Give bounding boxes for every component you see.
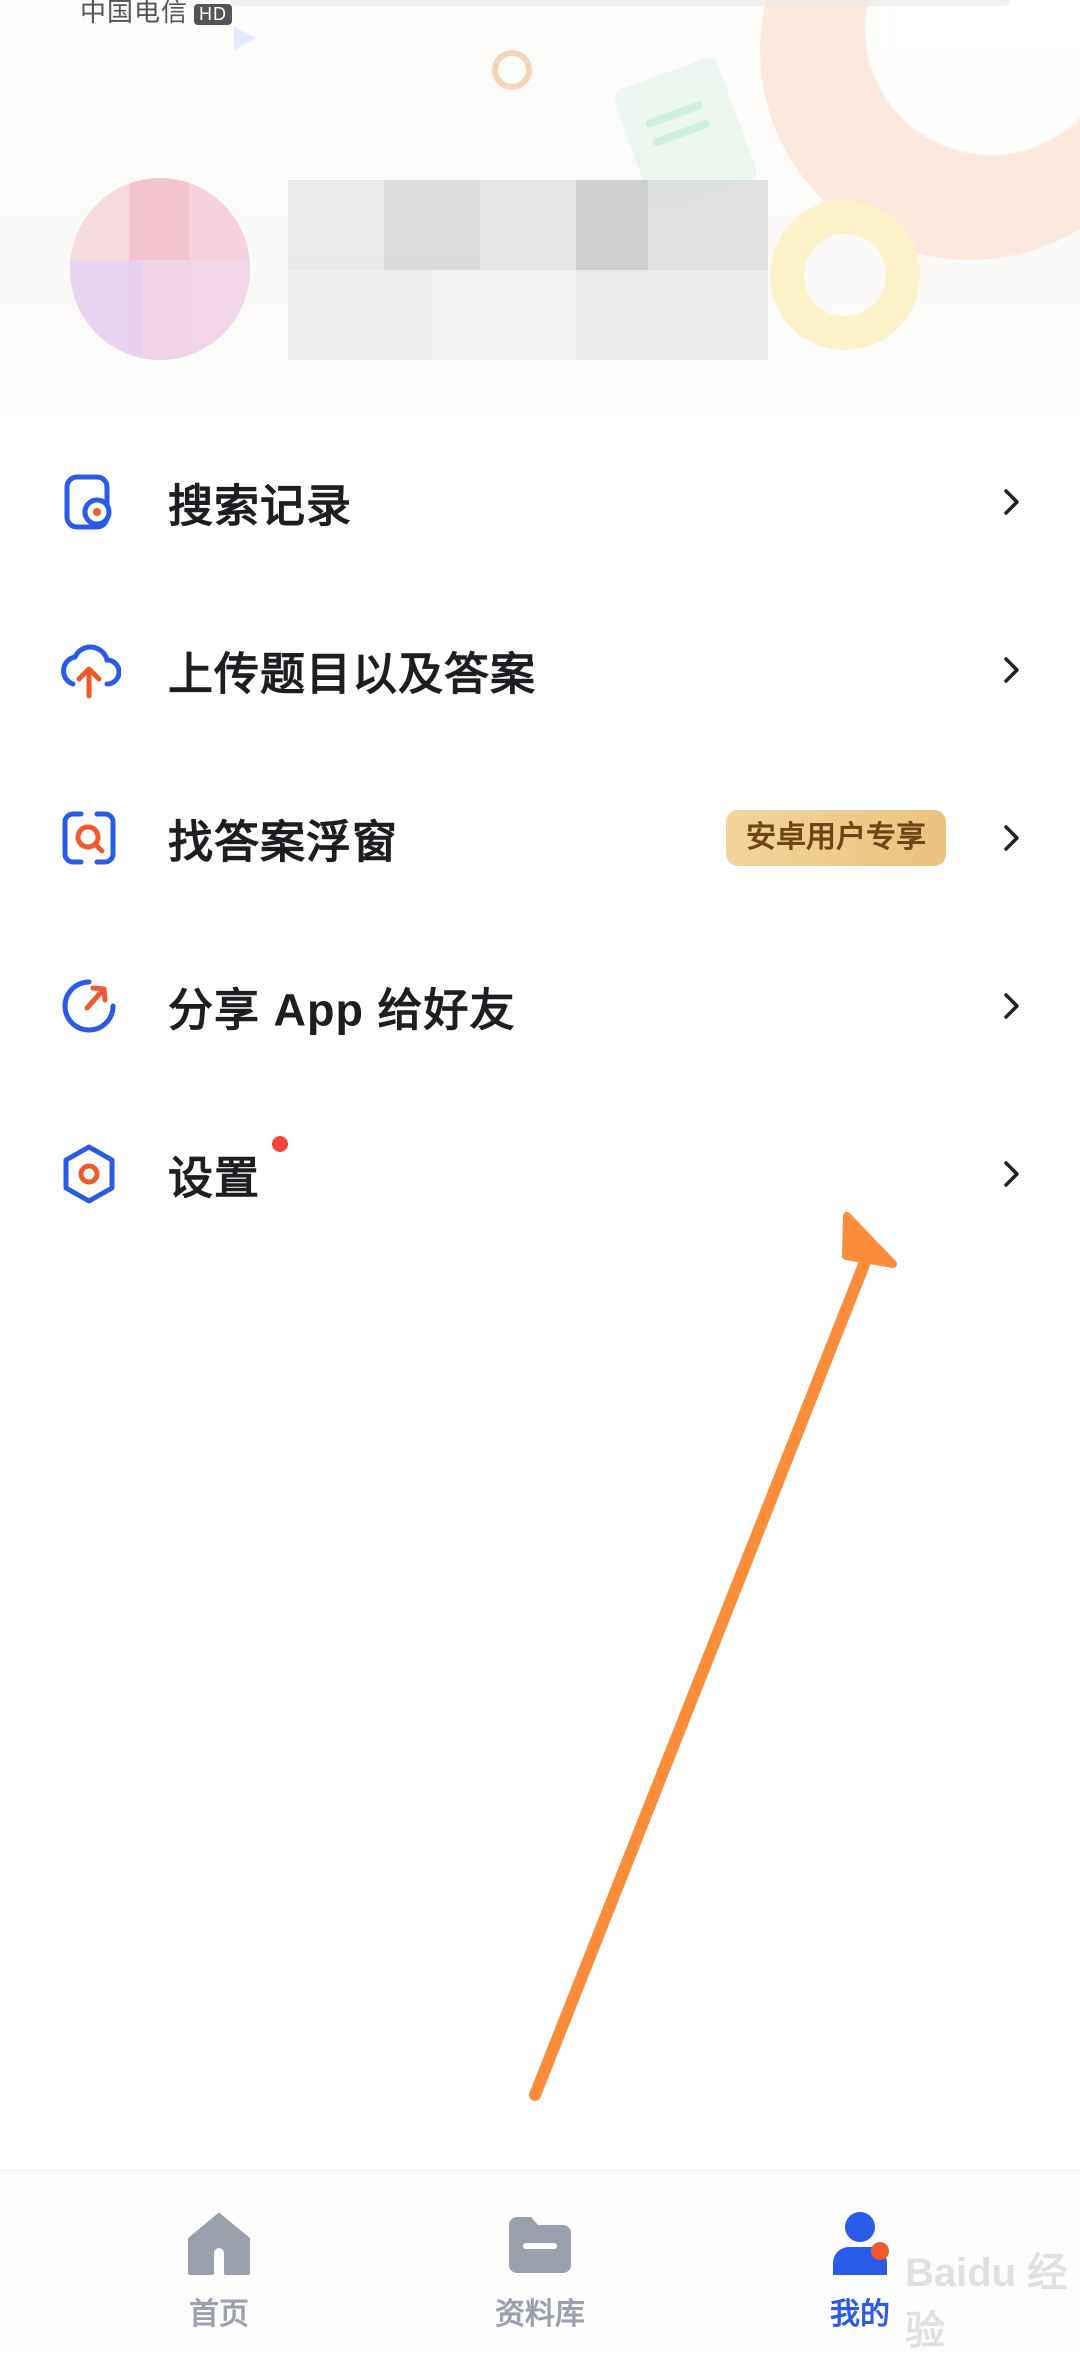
tab-home[interactable]: 首页: [99, 2171, 339, 2351]
menu-item-label: 分享 App 给好友: [168, 984, 516, 1036]
folder-icon: [509, 2217, 571, 2273]
share-icon: [56, 973, 122, 1039]
menu-item-label: 搜索记录: [168, 480, 353, 532]
status-bar: 中国电信 HD: [80, 0, 233, 29]
tab-label: 资料库: [495, 2298, 585, 2331]
profile-header: 中国电信 HD: [0, 0, 1080, 420]
chevron-right-icon: [1004, 993, 1019, 1019]
profile-icon: [833, 2212, 889, 2275]
upload-cloud-icon: [56, 637, 122, 703]
tab-library[interactable]: 资料库: [420, 2171, 660, 2351]
decorative-magnifier-icon: [492, 50, 532, 90]
android-exclusive-badge: 安卓用户专享: [726, 810, 946, 866]
decorative-play-icon: [234, 26, 256, 50]
chevron-right-icon: [1004, 825, 1019, 851]
carrier-label: 中国电信: [80, 0, 189, 27]
notification-dot: [272, 1136, 288, 1152]
menu-item-settings[interactable]: 设置: [0, 1090, 1080, 1258]
baidu-watermark: Baidu 经验: [905, 2251, 1068, 2353]
status-bar-indicators: [230, 0, 1010, 6]
menu-item-label: 设置: [168, 1152, 261, 1204]
chevron-right-icon: [1004, 1161, 1019, 1187]
hd-badge: HD: [194, 3, 233, 25]
search-history-icon: [56, 469, 122, 535]
floating-window-search-icon: [56, 805, 122, 871]
menu-item-upload-questions[interactable]: 上传题目以及答案: [0, 586, 1080, 754]
menu-item-search-history[interactable]: 搜索记录: [0, 418, 1080, 586]
chevron-right-icon: [1004, 489, 1019, 515]
menu-item-label: 找答案浮窗: [168, 816, 399, 868]
menu-item-share-app[interactable]: 分享 App 给好友: [0, 922, 1080, 1090]
avatar[interactable]: [70, 178, 250, 360]
home-icon: [188, 2213, 250, 2275]
chevron-right-icon: [1004, 657, 1019, 683]
menu-item-label: 上传题目以及答案: [168, 648, 537, 700]
decorative-ring: [770, 200, 920, 350]
settings-icon: [56, 1141, 122, 1207]
username-blurred[interactable]: [288, 180, 768, 360]
menu-item-floating-window[interactable]: 找答案浮窗 安卓用户专享: [0, 754, 1080, 922]
tab-label: 首页: [189, 2298, 249, 2331]
settings-menu: 搜索记录 上传题目以及答案 找答案浮窗 安卓用户专享 分享 App 给好友 设置: [0, 418, 1080, 1258]
